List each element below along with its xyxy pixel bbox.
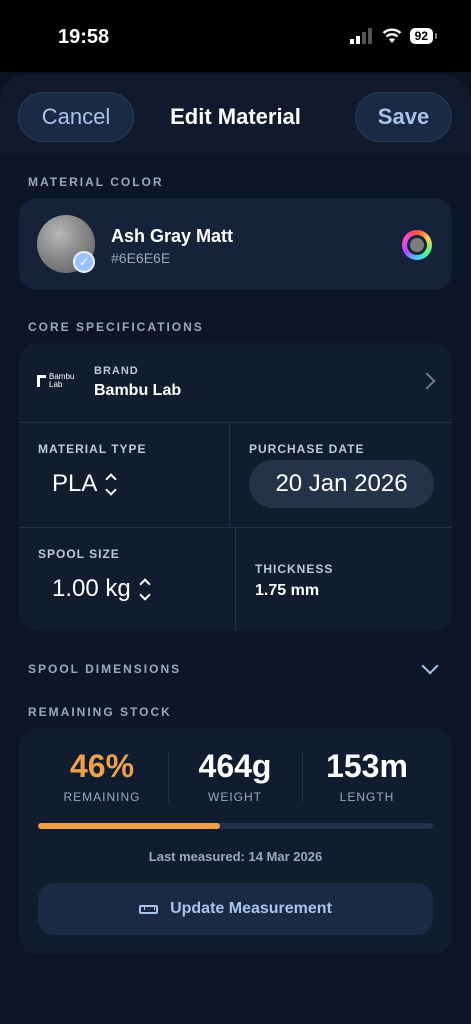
remaining-label: REMAINING bbox=[63, 790, 141, 804]
signal-icon bbox=[349, 28, 372, 44]
divider bbox=[229, 423, 230, 527]
brand-label: BRAND bbox=[94, 365, 139, 377]
thickness-label: THICKNESS bbox=[255, 562, 334, 576]
up-down-chevron-icon bbox=[105, 472, 118, 496]
purchase-date-label: PURCHASE DATE bbox=[249, 442, 365, 456]
color-name: Ash Gray Matt bbox=[111, 226, 234, 246]
core-specs-section-label: CORE SPECIFICATIONS bbox=[28, 320, 204, 334]
sheet-header: Cancel Edit Material Save bbox=[0, 74, 471, 154]
purchase-date-picker[interactable]: 20 Jan 2026 bbox=[249, 460, 434, 508]
update-measurement-button[interactable]: Update Measurement bbox=[38, 883, 433, 935]
material-color-card[interactable]: ✓ Ash Gray Matt #6E6E6E bbox=[19, 198, 452, 290]
spool-size-label: SPOOL SIZE bbox=[38, 547, 120, 561]
spool-dimensions-section-label: SPOOL DIMENSIONS bbox=[28, 662, 182, 676]
divider bbox=[19, 422, 452, 423]
material-type-value: PLA bbox=[52, 470, 98, 497]
length-label: LENGTH bbox=[339, 790, 395, 804]
last-measured-text: Last measured: 14 Mar 2026 bbox=[148, 849, 323, 864]
remaining-progress-fill bbox=[38, 823, 220, 829]
up-down-chevron-icon bbox=[139, 577, 151, 601]
checkmark-icon: ✓ bbox=[73, 251, 95, 273]
save-button[interactable]: Save bbox=[355, 92, 452, 142]
status-bar: 19:58 92 bbox=[0, 0, 471, 72]
color-hex: #6E6E6E bbox=[111, 250, 171, 266]
brand-value: Bambu Lab bbox=[94, 382, 182, 399]
length-value: 153m bbox=[326, 748, 408, 784]
remaining-percent: 46% bbox=[69, 748, 135, 784]
chevron-right-icon bbox=[418, 372, 436, 390]
update-measurement-label: Update Measurement bbox=[170, 900, 332, 917]
edit-material-sheet: Cancel Edit Material Save MATERIAL COLOR… bbox=[0, 74, 471, 1024]
status-icons: 92 bbox=[349, 28, 438, 44]
spool-size-value: 1.00 kg bbox=[52, 575, 131, 602]
weight-label: WEIGHT bbox=[208, 790, 262, 804]
color-wheel-icon[interactable] bbox=[402, 230, 432, 260]
divider bbox=[235, 528, 236, 631]
material-type-picker[interactable]: PLA bbox=[52, 470, 118, 498]
weight-value: 464g bbox=[198, 748, 272, 784]
thickness-value: 1.75 mm bbox=[255, 582, 320, 599]
wifi-icon bbox=[382, 28, 401, 43]
remaining-stock-section-label: REMAINING STOCK bbox=[28, 705, 172, 719]
ruler-icon bbox=[139, 904, 159, 914]
material-color-section-label: MATERIAL COLOR bbox=[28, 175, 164, 189]
remaining-progress-bar bbox=[38, 823, 433, 829]
battery-indicator: 92 bbox=[409, 28, 438, 44]
bambu-lab-logo: Bambu Lab bbox=[37, 373, 74, 389]
spool-size-picker[interactable]: 1.00 kg bbox=[52, 575, 151, 603]
remaining-stock-card: 46% REMAINING 464g WEIGHT 153m LENGTH La… bbox=[19, 728, 452, 954]
status-time: 19:58 bbox=[58, 26, 110, 48]
material-type-label: MATERIAL TYPE bbox=[38, 442, 147, 456]
brand-row[interactable]: Bambu Lab BRAND Bambu Lab bbox=[19, 343, 452, 421]
